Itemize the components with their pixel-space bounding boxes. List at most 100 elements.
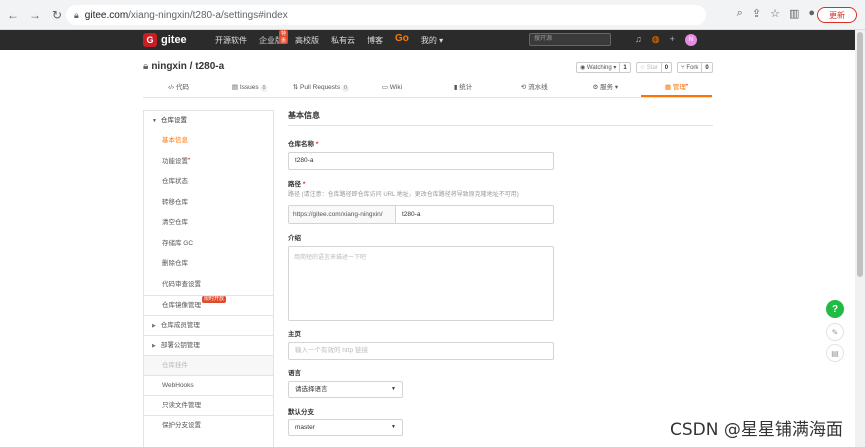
back-icon[interactable]: ← (4, 6, 22, 24)
settings-form: 基本信息 仓库名称 * t280-a 路径 * 路径 (请注意：仓库路径即仓库访… (288, 106, 713, 436)
update-label: 更新 (829, 10, 845, 20)
fork-label: Fork (686, 64, 699, 71)
repo-name[interactable]: t280-a (195, 61, 224, 72)
tab-pipeline[interactable]: ⟲ 流水线 (499, 80, 570, 97)
tab-services[interactable]: ⚙ 服务 ▾ (570, 80, 641, 97)
fire-icon[interactable]: ◍ (652, 34, 660, 46)
caret-right-icon: ▶ (152, 343, 156, 349)
gitee-g-icon: G (143, 33, 157, 47)
sidebar-item-repo-status[interactable]: 仓库状态 (144, 172, 273, 193)
sidebar-item-features[interactable]: 功能设置• (144, 152, 273, 173)
sidebar-item-transfer[interactable]: 转移仓库 (144, 193, 273, 214)
tab-stats[interactable]: ▮ 统计 (428, 80, 499, 97)
path-hint: 路径 (请注意：仓库路径即仓库访问 URL 地址，更改仓库路径将导致原克隆地址不… (288, 192, 519, 198)
repo-owner[interactable]: ningxin (151, 61, 187, 72)
sidebar-item-features-label: 功能设置 (162, 157, 188, 165)
url-host: gitee.com (84, 9, 129, 21)
tab-manage-label: 管理 (672, 84, 686, 91)
default-branch-select[interactable]: master ▼ (288, 419, 403, 436)
sidebar-item-keys-label: 部署公钥管理 (160, 342, 200, 349)
page-scrollbar[interactable] (855, 30, 865, 447)
language-label: 语言 (288, 370, 301, 377)
sidebar-item-basic-info[interactable]: 基本信息 (144, 131, 273, 152)
help-button[interactable]: ? (826, 300, 844, 318)
nav-edu[interactable]: 高校版 (295, 35, 319, 46)
star-button[interactable]: ☆ Star 0 (635, 62, 673, 73)
watch-button[interactable]: ◉ Watching ▾ 1 (576, 62, 631, 73)
search-input[interactable]: 搜开源 (529, 33, 611, 46)
tab-pull-requests[interactable]: ⇅ Pull Requests 0 (285, 80, 356, 97)
sidepanel-icon[interactable]: ▥ (789, 7, 799, 20)
fork-button[interactable]: ⑂ Fork 0 (677, 62, 713, 73)
caret-right-icon: ▶ (152, 323, 156, 329)
zoom-icon[interactable]: ⌕ (737, 7, 743, 20)
repo-tabs: ‹/› 代码 ▤ Issues 0 ⇅ Pull Requests 0 ▭ Wiki… (143, 80, 712, 98)
sidebar-item-mirror-label: 仓库镜像管理 (162, 302, 201, 309)
intro-label: 介绍 (288, 235, 301, 242)
sidebar-item-gc[interactable]: 存储库 GC (144, 234, 273, 255)
edit-icon[interactable]: ✎ (826, 323, 844, 341)
tab-pr-label: Pull Requests (300, 84, 341, 91)
profile-icon[interactable]: ● (808, 7, 815, 20)
nav-my-label: 我的 (420, 36, 437, 45)
default-branch-label: 默认分支 (288, 409, 314, 416)
tab-manage[interactable]: ▦ 管理• (640, 80, 712, 97)
path-label: 路径 * (288, 181, 306, 188)
tab-pipeline-label: 流水线 (528, 84, 548, 91)
private-lock-icon: 🔒︎ (143, 61, 149, 72)
star-label: Star (646, 65, 658, 71)
nav-private-cloud[interactable]: 私有云 (331, 35, 355, 46)
tab-code[interactable]: ‹/› 代码 (143, 80, 214, 97)
nav-enterprise[interactable]: 企业版 特惠 (259, 30, 289, 46)
tab-code-label: 代码 (176, 84, 190, 91)
scrollbar-thumb[interactable] (857, 32, 863, 277)
pr-count: 0 (342, 85, 349, 92)
path-input[interactable]: t280-a (396, 206, 420, 223)
tab-wiki-label: Wiki (389, 84, 403, 91)
nav-my[interactable]: 我的 ▾ (421, 35, 443, 46)
repo-name-label: 仓库名称 * (288, 141, 319, 148)
nav-open-source[interactable]: 开源软件 (215, 35, 247, 46)
sidebar-item-mirror[interactable]: 仓库镜像管理 限时开放 (144, 295, 273, 315)
homepage-input[interactable]: 输入一个有效的 http 链接 (288, 342, 554, 360)
bookmark-star-icon[interactable]: ☆ (770, 7, 780, 20)
sidebar-item-deploy-keys[interactable]: ▶ 部署公钥管理 (144, 335, 273, 355)
tab-issues[interactable]: ▤ Issues 0 (214, 80, 285, 97)
feedback-icon[interactable]: ▤ (826, 344, 844, 362)
language-select[interactable]: 请选择语言 ▼ (288, 381, 403, 398)
tab-wiki[interactable]: ▭ Wiki (356, 80, 427, 97)
brand-text: gitee (161, 34, 187, 46)
sidebar-group-repo-settings[interactable]: ▼ 仓库设置 (144, 111, 273, 131)
fork-count: 0 (701, 63, 711, 72)
watch-label: Watching (586, 65, 612, 71)
browser-toolbar: ← → ↻ 🔒︎ gitee.com/xiang-ningxin/t280-a/… (0, 0, 865, 30)
star-count: 0 (660, 63, 671, 72)
sidebar-group-title: 仓库设置 (160, 117, 187, 124)
reload-icon[interactable]: ↻ (48, 6, 66, 24)
sidebar-item-members[interactable]: ▶ 仓库成员管理 (144, 315, 273, 335)
sidebar-item-readonly-files[interactable]: 只读文件管理 (144, 395, 273, 415)
nav-go[interactable]: Go (395, 33, 409, 46)
sidebar-item-delete[interactable]: 删除仓库 (144, 254, 273, 275)
sidebar-item-protected-branches[interactable]: 保护分支设置 (144, 415, 273, 435)
sidebar-item-webhooks[interactable]: WebHooks (144, 375, 273, 395)
branch-value: master (295, 424, 315, 431)
enterprise-badge: 特惠 (279, 30, 289, 44)
sidebar-item-code-review[interactable]: 代码审查设置 (144, 275, 273, 296)
lock-icon: 🔒︎ (74, 9, 79, 20)
bell-icon[interactable]: ♫ (635, 34, 642, 46)
nav-blog[interactable]: 博客 (367, 35, 383, 46)
avatar[interactable]: N (684, 34, 697, 46)
sidebar-item-members-label: 仓库成员管理 (160, 322, 200, 329)
forward-icon[interactable]: → (26, 6, 44, 24)
gitee-logo[interactable]: G gitee (143, 33, 187, 47)
address-bar[interactable]: 🔒︎ gitee.com/xiang-ningxin/t280-a/settin… (66, 5, 706, 25)
update-button[interactable]: 更新 (817, 7, 857, 23)
caret-down-icon: ▼ (152, 118, 157, 124)
sidebar-item-clear[interactable]: 清空仓库 (144, 213, 273, 234)
repo-name-input[interactable]: t280-a (288, 152, 554, 170)
dropdown-arrow-icon: ▼ (391, 386, 396, 392)
plus-icon[interactable]: + (670, 34, 675, 46)
intro-textarea[interactable]: 用简短的语言来描述一下吧 (288, 246, 554, 321)
share-icon[interactable]: ⇪ (752, 7, 761, 20)
